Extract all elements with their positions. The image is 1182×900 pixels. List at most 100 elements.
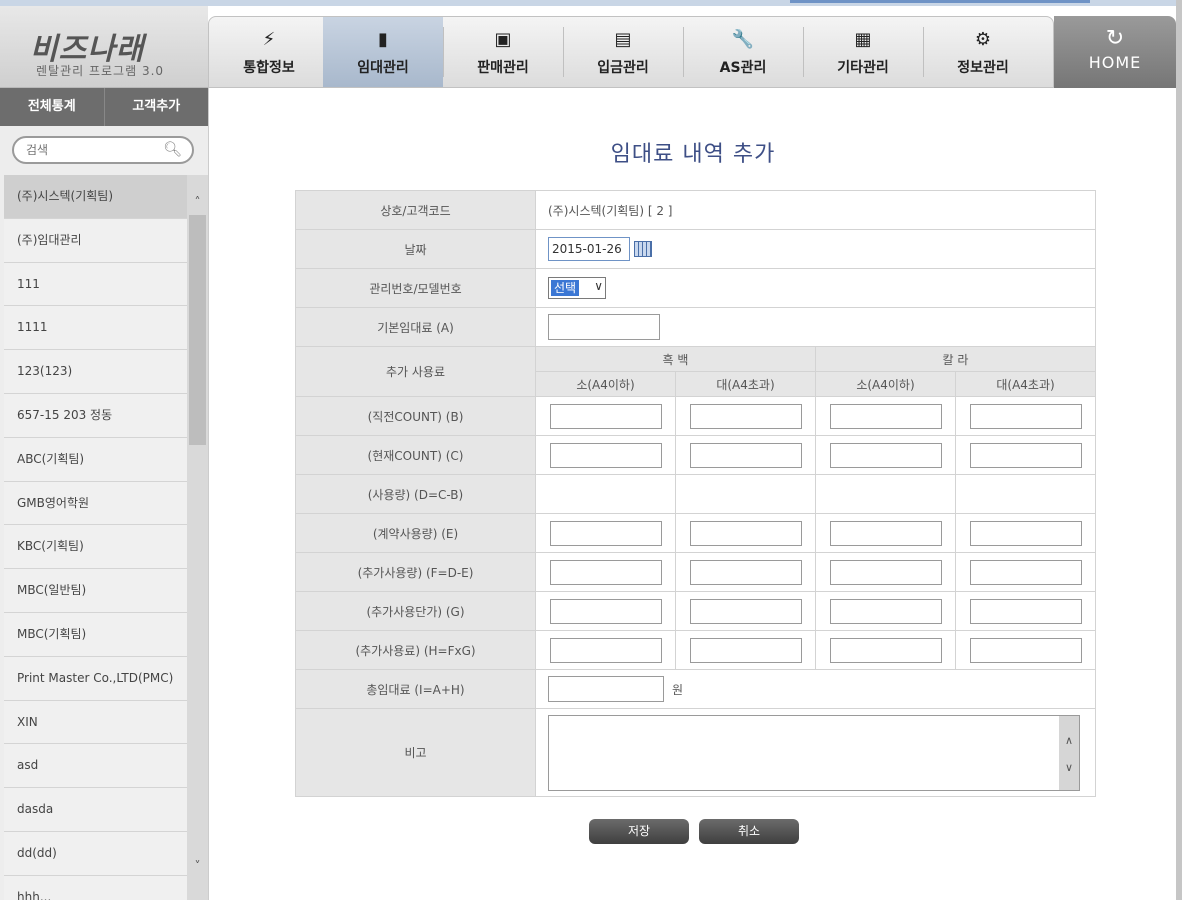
memo-label: 비고 [295,708,536,797]
menu-etc-management[interactable]: ▦ 기타관리 [803,17,923,87]
save-button[interactable]: 저장 [589,819,689,844]
contract-color-large[interactable] [969,520,1082,546]
date-field[interactable]: 2015-01-26 [548,237,630,261]
base-fee-label: 기본임대료 (A) [295,307,536,347]
menu-label: 정보관리 [957,60,1009,76]
home-label: HOME [1088,53,1142,72]
unit-price-mono-small[interactable] [549,598,662,624]
main-menu-bar: ⚡ 통합정보 ▮ 임대관리 ▣ 판매관리 ▤ 입금관리 🔧 AS관리 ▦ 기타관… [208,16,1054,88]
search-input[interactable] [26,139,166,161]
won-unit: 원 [672,682,684,697]
list-item[interactable]: dasda [4,788,187,832]
list-item[interactable]: ABC(기획팀) [4,438,187,482]
sidebar-button-bar: 전체통계 고객추가 [0,88,208,126]
rental-fee-form: 상호/고객코드 (주)시스텍(기획팀) [ 2 ] 날짜 2015-01-26 … [295,190,1097,797]
menu-deposit-management[interactable]: ▤ 입금관리 [563,17,683,87]
total-fee-label: 총임대료 (I=A+H) [295,669,536,709]
curr-count-mono-small[interactable] [549,442,662,468]
list-item[interactable]: 111 [4,263,187,307]
page-title: 임대료 내역 추가 [610,142,776,167]
model-select[interactable]: 선택 ∨ [548,277,606,299]
app-logo[interactable]: 비즈나래 렌탈관리 프로그램 3.0 [0,6,208,88]
chevron-up-icon[interactable]: ˄ [187,191,208,213]
total-stats-button[interactable]: 전체통계 [0,88,104,126]
extra-fee-mono-large[interactable] [689,637,802,663]
curr-count-color-small[interactable] [829,442,942,468]
color-small-header: 소(A4이하) [815,371,956,397]
prev-count-color-small[interactable] [829,403,942,429]
extra-fee-color-small[interactable] [829,637,942,663]
list-item[interactable]: Print Master Co.,LTD(PMC) [4,657,187,701]
document-icon: ▮ [378,29,388,50]
menu-label: 임대관리 [357,60,409,76]
list-item[interactable]: (주)임대관리 [4,219,187,263]
chevron-up-icon[interactable]: ∧ [1059,734,1079,747]
logo-subtitle: 렌탈관리 프로그램 3.0 [36,64,165,78]
cancel-button[interactable]: 취소 [699,819,799,844]
refresh-arrow-icon: ↻ [1105,26,1125,51]
unit-price-color-small[interactable] [829,598,942,624]
list-item[interactable]: 657-15 203 정동 [4,394,187,438]
list-item[interactable]: asd [4,744,187,789]
mono-group-header: 흑 백 [535,346,816,372]
extra-fee-mono-small[interactable] [549,637,662,663]
prev-count-label: (직전COUNT) (B) [295,396,536,436]
unit-price-mono-large[interactable] [689,598,802,624]
list-item[interactable]: 123(123) [4,350,187,394]
list-item[interactable]: hhh... [4,876,187,900]
extra-fee-color-large[interactable] [969,637,1082,663]
prev-count-mono-small[interactable] [549,403,662,429]
base-fee-input[interactable] [548,314,660,340]
scrollbar-thumb[interactable] [189,215,206,445]
extra-usage-mono-large[interactable] [689,559,802,585]
memo-textarea[interactable]: ∧ ∨ [548,714,1080,791]
total-fee-input[interactable] [548,676,664,702]
extra-fee-calc-label: (추가사용료) (H=FxG) [295,630,536,670]
unit-price-label: (추가사용단가) (G) [295,591,536,631]
chevron-down-icon[interactable]: ˅ [187,855,208,877]
menu-info-management[interactable]: ⚙ 정보관리 [923,17,1043,87]
add-customer-button[interactable]: 고객추가 [103,88,209,126]
extra-usage-color-large[interactable] [969,559,1082,585]
chevron-down-icon[interactable]: ∨ [1059,761,1079,774]
folder-grid-icon: ▦ [854,29,872,50]
unit-price-color-large[interactable] [969,598,1082,624]
list-item[interactable]: MBC(기획팀) [4,613,187,657]
curr-count-color-large[interactable] [969,442,1082,468]
prev-count-mono-large[interactable] [689,403,802,429]
memo-scrollbar[interactable]: ∧ ∨ [1059,715,1079,790]
contract-usage-label: (계약사용량) (E) [295,513,536,553]
menu-rental-management[interactable]: ▮ 임대관리 [323,17,443,87]
menu-integrated-info[interactable]: ⚡ 통합정보 [209,17,329,87]
list-item[interactable]: XIN [4,701,187,745]
list-item[interactable]: (주)시스텍(기획팀) [4,175,187,219]
menu-sales-management[interactable]: ▣ 판매관리 [443,17,563,87]
menu-label: 기타관리 [837,60,889,76]
customer-list-scrollbar[interactable]: ˄ ˅ [187,175,208,900]
usage-color-small [815,474,956,514]
main-content: 임대료 내역 추가 상호/고객코드 (주)시스텍(기획팀) [ 2 ] 날짜 2… [208,88,1176,900]
prev-count-color-large[interactable] [969,403,1082,429]
list-item[interactable]: KBC(기획팀) [4,525,187,570]
lightning-icon: ⚡ [262,29,276,50]
extra-usage-color-small[interactable] [829,559,942,585]
menu-as-management[interactable]: 🔧 AS관리 [683,17,803,87]
usage-mono-small [535,474,676,514]
mono-large-header: 대(A4초과) [675,371,816,397]
list-item[interactable]: dd(dd) [4,832,187,876]
model-select-value: 선택 [551,280,580,296]
list-item[interactable]: GMB영어학원 [4,482,187,526]
list-item[interactable]: 1111 [4,306,187,351]
extra-usage-label: (추가사용량) (F=D-E) [295,552,536,592]
contract-color-small[interactable] [829,520,942,546]
usage-label: (사용량) (D=C-B) [295,474,536,514]
contract-mono-small[interactable] [549,520,662,546]
home-button[interactable]: ↻ HOME [1054,16,1176,88]
extra-fee-label: 추가 사용료 [295,346,536,397]
calendar-icon[interactable] [634,241,652,257]
search-icon[interactable]: 🔍︎ [163,140,182,158]
extra-usage-mono-small[interactable] [549,559,662,585]
contract-mono-large[interactable] [689,520,802,546]
curr-count-mono-large[interactable] [689,442,802,468]
list-item[interactable]: MBC(일반팀) [4,569,187,613]
